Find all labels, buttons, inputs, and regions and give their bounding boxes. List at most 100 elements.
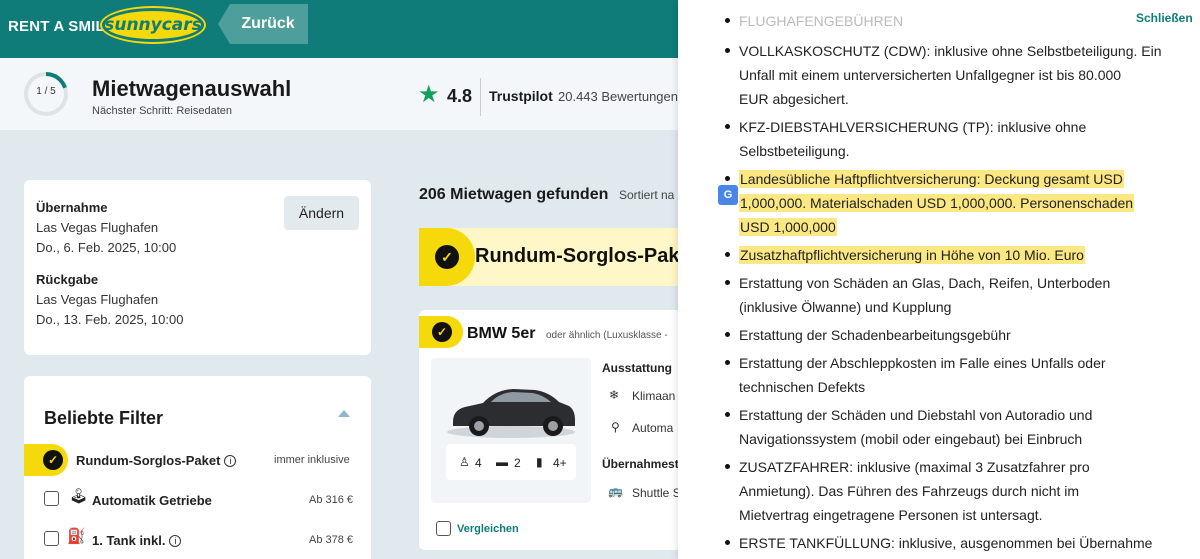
- pickup-heading: Übernahmest: [602, 457, 679, 471]
- panel-line: Erstattung der Schadenbearbeitungsgebühr: [739, 327, 1011, 343]
- feature-automatic: Automa: [632, 421, 674, 435]
- panel-line-highlighted: USD 1,000,000: [739, 218, 837, 236]
- bullet: [725, 18, 730, 23]
- panel-line-highlighted: 1,000,000. Materialschaden USD 1,000,000…: [739, 194, 1135, 212]
- rating-value: 4.8: [447, 86, 473, 106]
- panel-line: Anmietung). Das Führen des Fahrzeugs dur…: [739, 483, 1080, 499]
- gearshift-icon: ⚲: [611, 420, 620, 434]
- gearshift-icon: 🕹: [69, 488, 89, 505]
- fuel-pump-icon: ⛽: [67, 528, 86, 545]
- panel-line: Mietvertrag eingetragene Personen ist un…: [739, 507, 1043, 523]
- bullet: [725, 124, 730, 129]
- package-title: Rundum-Sorglos-Pak: [475, 245, 680, 267]
- panel-line: Unfall mit einem unterversicherten Unfal…: [739, 67, 1122, 83]
- person-icon: ♙: [459, 455, 470, 469]
- collapse-icon[interactable]: [338, 410, 350, 417]
- bullet: [725, 252, 730, 257]
- back-button[interactable]: Zurück: [218, 4, 308, 44]
- car-image: [447, 389, 575, 438]
- bullet: [725, 464, 730, 469]
- car-subtitle: oder ähnlich (Luxusklasse -: [546, 330, 668, 341]
- sunnycars-logo[interactable]: sunnycars: [100, 6, 206, 44]
- sort-label[interactable]: Sortiert na: [619, 188, 674, 202]
- translate-icon[interactable]: G: [718, 185, 738, 205]
- small-bags-count: 4+: [553, 456, 567, 470]
- filter-extra: immer inklusive: [274, 454, 350, 466]
- page-title: Mietwagenauswahl: [92, 76, 292, 101]
- return-label: Rückgabe: [36, 272, 99, 287]
- car-image-box: [431, 358, 591, 503]
- change-button[interactable]: Ändern: [284, 196, 359, 230]
- step-indicator: 1 / 5: [36, 86, 56, 97]
- panel-line: ERSTE TANKFÜLLUNG: inklusive, ausgenomme…: [739, 535, 1153, 551]
- highlight: USD 1,000,000: [739, 218, 837, 236]
- bullet: [725, 280, 730, 285]
- panel-line: VOLLKASKOSCHUTZ (CDW): inklusive ohne Se…: [739, 43, 1162, 59]
- logo-text: sunnycars: [104, 15, 202, 35]
- filter-item-automatik[interactable]: Automatik Getriebe: [92, 493, 212, 508]
- bullet: [725, 176, 730, 181]
- bags-count: 2: [514, 456, 521, 470]
- panel-line: Erstattung der Schäden und Diebstahl von…: [739, 407, 1093, 423]
- rental-details-card: Übernahme Las Vegas Flughafen Do., 6. Fe…: [24, 180, 371, 355]
- filter-item-tank[interactable]: 1. Tank inkl. i: [92, 533, 182, 548]
- bullet: [725, 412, 730, 417]
- panel-line: Navigationssystem (mobil oder eingebaut)…: [739, 431, 1083, 447]
- return-location: Las Vegas Flughafen: [36, 292, 159, 307]
- trustpilot-label[interactable]: Trustpilot: [489, 88, 553, 104]
- highlight: 1,000,000. Materialschaden USD 1,000,000…: [739, 194, 1135, 212]
- pickup-label: Übernahme: [36, 200, 108, 215]
- check-icon: ✓: [43, 450, 63, 470]
- bullet: [725, 360, 730, 365]
- bullet: [725, 540, 730, 545]
- suitcase-icon: ▬: [496, 455, 508, 469]
- filter-checkbox-automatik[interactable]: [44, 491, 59, 506]
- pickup-location: Las Vegas Flughafen: [36, 220, 159, 235]
- seats-count: 4: [475, 456, 482, 470]
- highlight: Landesübliche Haftpflichtversicherung: D…: [739, 170, 1124, 188]
- page-header: 1 / 5 Mietwagenauswahl Nächster Schritt:…: [0, 58, 680, 130]
- return-date: Do., 13. Feb. 2025, 10:00: [36, 312, 184, 327]
- panel-line: Erstattung von Schäden an Glas, Dach, Re…: [739, 275, 1111, 291]
- brand-text: RENT A SMILE: [8, 18, 116, 35]
- panel-line: FLUGHAFENGEBÜHREN: [739, 13, 904, 29]
- panel-line: (inklusive Ölwanne) und Kupplung: [739, 299, 952, 315]
- divider: [480, 78, 481, 116]
- panel-line: Erstattung der Abschleppkosten im Falle …: [739, 355, 1106, 371]
- panel-line-highlighted: Zusatzhaftpflichtversicherung in Höhe vo…: [739, 246, 1085, 264]
- pickup-date: Do., 6. Feb. 2025, 10:00: [36, 240, 177, 255]
- shuttle-text: Shuttle S: [632, 486, 681, 500]
- bag-icon: ▮: [536, 455, 543, 469]
- close-button[interactable]: Schließen: [1136, 11, 1193, 25]
- filter-checkbox-tank[interactable]: [44, 531, 59, 546]
- review-count: 20.443 Bewertungen: [558, 89, 678, 104]
- filter-price: Ab 316 €: [309, 494, 354, 506]
- highlight: Zusatzhaftpflichtversicherung in Höhe vo…: [739, 246, 1085, 264]
- check-icon: ✓: [432, 322, 452, 342]
- filter-label: Rundum-Sorglos-Paket: [76, 453, 221, 468]
- filter-price: Ab 378 €: [309, 534, 354, 546]
- panel-line: Selbstbeteiligung.: [739, 143, 850, 159]
- compare-checkbox[interactable]: [436, 521, 451, 536]
- compare-link[interactable]: Vergleichen: [457, 523, 519, 535]
- car-name: BMW 5er: [467, 325, 536, 342]
- filter-label: 1. Tank inkl.: [92, 533, 166, 548]
- results-count: 206 Mietwagen gefunden: [419, 186, 609, 203]
- feature-ac: Klimaan: [632, 389, 676, 403]
- bullet: [725, 332, 730, 337]
- snowflake-icon: ❄: [609, 388, 620, 402]
- check-icon: ✓: [435, 245, 459, 269]
- panel-line-highlighted: Landesübliche Haftpflichtversicherung: D…: [739, 170, 1124, 188]
- car-specs: ♙ 4 ▬ 2 ▮ 4+: [446, 444, 576, 480]
- info-icon[interactable]: i: [169, 535, 182, 547]
- bus-icon: 🚌: [608, 484, 623, 498]
- filter-item-sorglos[interactable]: Rundum-Sorglos-Paket i: [76, 453, 237, 468]
- panel-line: ZUSATZFAHRER: inklusive (maximal 3 Zusat…: [739, 459, 1090, 475]
- info-icon[interactable]: i: [224, 455, 237, 467]
- popular-filters-card: Beliebte Filter ✓ Rundum-Sorglos-Paket i …: [24, 376, 371, 559]
- panel-line: KFZ-DIEBSTAHLVERSICHERUNG (TP): inklusiv…: [739, 119, 1087, 135]
- star-icon: ★: [418, 81, 440, 108]
- panel-line: EUR abgesichert.: [739, 91, 849, 107]
- filters-title: Beliebte Filter: [44, 408, 164, 428]
- next-step-text: Nächster Schritt: Reisedaten: [92, 105, 233, 117]
